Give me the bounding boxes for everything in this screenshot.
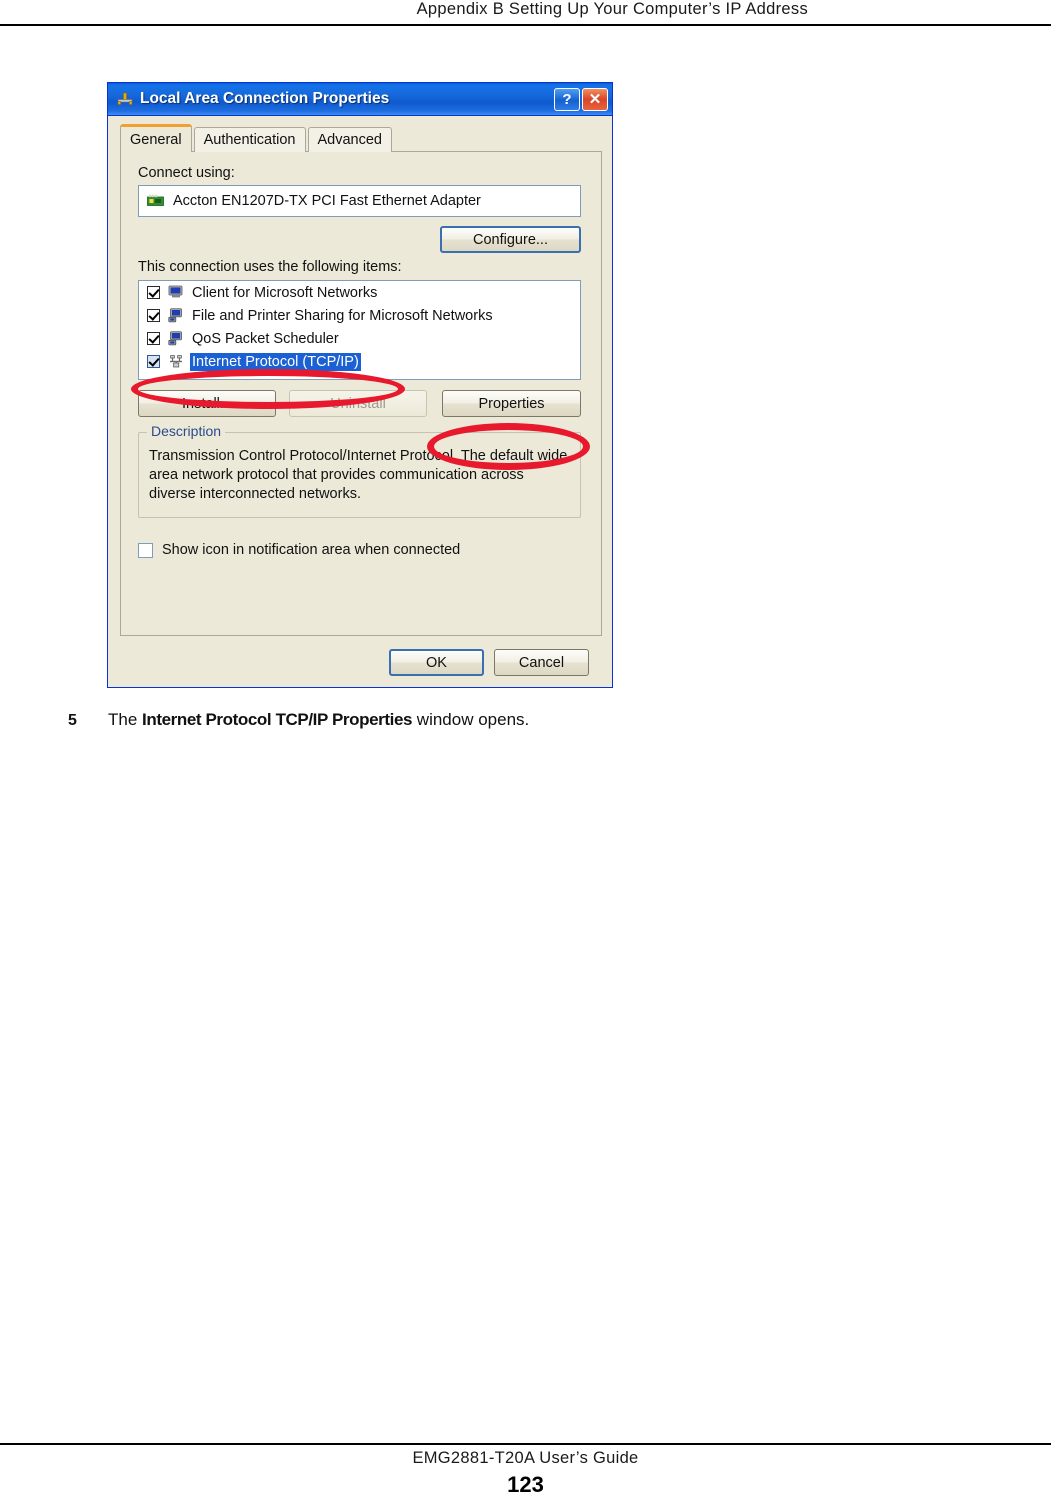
properties-button[interactable]: Properties <box>442 390 581 417</box>
local-area-connection-properties-dialog: Local Area Connection Properties ? ✕ Gen… <box>107 82 613 688</box>
item-checkbox[interactable] <box>147 355 160 368</box>
cancel-button[interactable]: Cancel <box>494 649 589 676</box>
network-components-list[interactable]: Client for Microsoft Networks File and P… <box>138 280 581 380</box>
network-connection-icon <box>116 90 134 108</box>
list-item[interactable]: Client for Microsoft Networks <box>139 281 580 304</box>
general-tab-panel: Connect using: Accton EN1207D-TX PCI Fas… <box>120 151 602 636</box>
page-header: Appendix B Setting Up Your Computer’s IP… <box>416 0 808 18</box>
file-printer-sharing-icon <box>168 308 184 323</box>
dialog-titlebar: Local Area Connection Properties ? ✕ <box>108 83 612 116</box>
item-label: QoS Packet Scheduler <box>192 330 339 347</box>
show-icon-notification-label: Show icon in notification area when conn… <box>162 542 461 558</box>
footer-rule <box>0 1443 1051 1445</box>
dialog-title: Local Area Connection Properties <box>140 90 390 107</box>
item-label: Internet Protocol (TCP/IP) <box>190 352 361 371</box>
network-adapter-card-icon <box>147 194 164 208</box>
tab-general[interactable]: General <box>120 124 192 152</box>
help-button[interactable]: ? <box>554 87 580 111</box>
item-checkbox[interactable] <box>147 309 160 322</box>
page-number: 123 <box>507 1472 544 1497</box>
list-item[interactable]: QoS Packet Scheduler <box>139 327 580 350</box>
ok-button[interactable]: OK <box>389 649 484 676</box>
show-icon-notification-row[interactable]: Show icon in notification area when conn… <box>138 542 460 558</box>
list-item[interactable]: File and Printer Sharing for Microsoft N… <box>139 304 580 327</box>
adapter-field[interactable]: Accton EN1207D-TX PCI Fast Ethernet Adap… <box>138 185 581 217</box>
item-label: Client for Microsoft Networks <box>192 284 378 301</box>
item-checkbox[interactable] <box>147 286 160 299</box>
show-icon-notification-checkbox[interactable] <box>138 542 153 558</box>
connect-using-label: Connect using: <box>138 165 235 181</box>
uninstall-button: Uninstall <box>289 390 427 417</box>
adapter-name: Accton EN1207D-TX PCI Fast Ethernet Adap… <box>173 193 481 209</box>
footer-title: EMG2881-T20A User’s Guide <box>412 1449 639 1467</box>
qos-scheduler-icon <box>168 331 184 346</box>
step-number: 5 <box>68 712 77 729</box>
description-text: Transmission Control Protocol/Internet P… <box>149 448 568 502</box>
tab-strip: General Authentication Advanced <box>120 124 394 152</box>
step-text-after: window opens. <box>412 710 530 729</box>
tab-authentication[interactable]: Authentication <box>193 127 306 152</box>
items-label: This connection uses the following items… <box>138 259 402 275</box>
tcpip-protocol-icon <box>168 354 184 369</box>
item-checkbox[interactable] <box>147 332 160 345</box>
step-emphasis: Internet Protocol TCP/IP Properties <box>142 710 413 729</box>
client-computer-icon <box>168 285 184 300</box>
install-button[interactable]: Install... <box>138 390 276 417</box>
step-text-before: The <box>108 710 143 729</box>
close-button[interactable]: ✕ <box>582 87 608 111</box>
item-label: File and Printer Sharing for Microsoft N… <box>192 307 493 324</box>
step-5-caption: 5 The Internet Protocol TCP/IP Properties… <box>68 710 868 730</box>
description-legend: Description <box>147 423 226 439</box>
list-item-internet-protocol-tcpip[interactable]: Internet Protocol (TCP/IP) <box>139 350 580 373</box>
configure-button[interactable]: Configure... <box>440 226 581 253</box>
header-rule <box>0 24 1051 26</box>
tab-advanced[interactable]: Advanced <box>307 127 392 152</box>
